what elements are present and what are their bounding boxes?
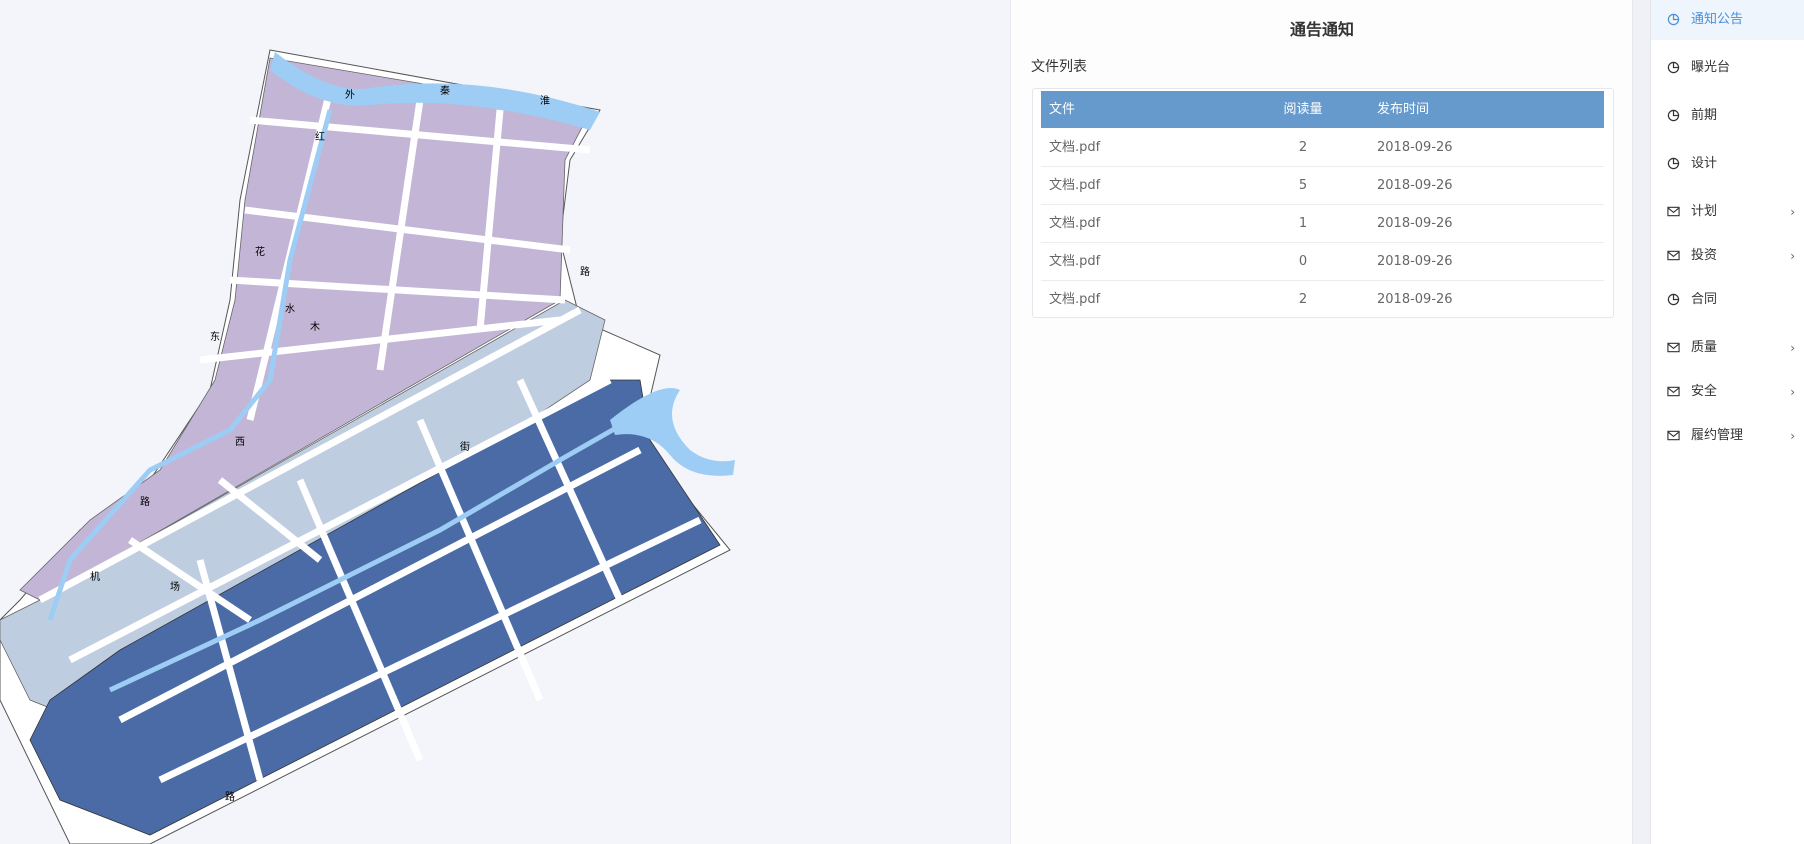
sidebar-item-safety[interactable]: 安全 › [1651, 372, 1804, 412]
sidebar-item-label: 计划 [1691, 204, 1718, 219]
map-label: 水 [285, 303, 295, 315]
table-header: 文件 阅读量 发布时间 [1041, 91, 1604, 128]
map-label: 路 [140, 495, 150, 508]
column-header-date: 发布时间 [1377, 102, 1430, 117]
sidebar-item-performance[interactable]: 履约管理 › [1651, 416, 1804, 456]
pie-chart-icon [1667, 293, 1680, 306]
scrollbar-track[interactable] [1632, 0, 1651, 844]
publish-date-cell: 2018-09-26 [1377, 216, 1453, 231]
map-label: 花 [255, 245, 265, 258]
table-row[interactable]: 文档.pdf 0 2018-09-26 [1041, 243, 1604, 281]
chevron-right-icon: › [1790, 249, 1795, 263]
sidebar-item-label: 设计 [1691, 156, 1718, 171]
sidebar-item-plan[interactable]: 计划 › [1651, 192, 1804, 232]
publish-date-cell: 2018-09-26 [1377, 140, 1453, 155]
chevron-right-icon: › [1790, 385, 1795, 399]
sidebar-item-label: 履约管理 [1691, 428, 1744, 443]
map-label: 东 [210, 330, 220, 343]
table-row[interactable]: 文档.pdf 1 2018-09-26 [1041, 205, 1604, 243]
pie-chart-icon [1667, 109, 1680, 122]
map-label: 西 [235, 437, 245, 448]
sidebar-item-quality[interactable]: 质量 › [1651, 328, 1804, 368]
map-label: 路 [580, 265, 590, 278]
map-label: 路 [225, 790, 235, 803]
read-count-cell: 5 [1298, 178, 1308, 193]
file-name-cell[interactable]: 文档.pdf [1049, 243, 1100, 280]
sidebar-item-label: 前期 [1691, 108, 1718, 123]
notice-panel: 通告通知 文件列表 文件 阅读量 发布时间 文档.pdf 2 2018-09-2… [1010, 0, 1633, 844]
table-row[interactable]: 文档.pdf 2 2018-09-26 [1041, 281, 1604, 318]
read-count-cell: 1 [1298, 216, 1308, 231]
sidebar-menu: 通知公告 曝光台 前期 设计 计划 › 投资 › 合同 质量 › 安全 › 履约… [1650, 0, 1804, 844]
read-count-cell: 0 [1298, 254, 1308, 269]
sidebar-item-label: 质量 [1691, 340, 1718, 355]
map-label: 外 [345, 89, 355, 101]
sidebar-item-label: 投资 [1691, 248, 1718, 263]
column-header-reads: 阅读量 [1283, 102, 1323, 117]
chevron-right-icon: › [1790, 429, 1795, 443]
column-header-file: 文件 [1049, 102, 1076, 117]
pie-chart-icon [1667, 157, 1680, 170]
sidebar-item-exposure[interactable]: 曝光台 [1651, 48, 1804, 88]
sidebar-item-label: 安全 [1691, 384, 1718, 399]
map-label: 红 [315, 130, 325, 143]
read-count-cell: 2 [1298, 140, 1308, 155]
chevron-right-icon: › [1790, 205, 1795, 219]
mail-icon [1667, 250, 1680, 261]
mail-icon [1667, 386, 1680, 397]
pie-chart-icon [1667, 61, 1680, 74]
sidebar-item-label: 通知公告 [1691, 12, 1744, 27]
file-name-cell[interactable]: 文档.pdf [1049, 129, 1100, 166]
sidebar-item-contract[interactable]: 合同 [1651, 280, 1804, 320]
chevron-right-icon: › [1790, 341, 1795, 355]
table-row[interactable]: 文档.pdf 5 2018-09-26 [1041, 167, 1604, 205]
mail-icon [1667, 342, 1680, 353]
file-list-label: 文件列表 [1031, 59, 1087, 75]
sidebar-item-design[interactable]: 设计 [1651, 144, 1804, 184]
publish-date-cell: 2018-09-26 [1377, 254, 1453, 269]
map-label: 木 [310, 321, 320, 333]
file-name-cell[interactable]: 文档.pdf [1049, 281, 1100, 318]
panel-title: 通告通知 [1289, 20, 1354, 39]
file-table: 文件 阅读量 发布时间 文档.pdf 2 2018-09-26 文档.pdf 5… [1032, 88, 1614, 318]
map-label: 秦 [440, 84, 450, 97]
publish-date-cell: 2018-09-26 [1377, 292, 1453, 307]
mail-icon [1667, 430, 1680, 441]
district-map[interactable]: 外 秦 淮 红 花 路 机 场 路 水 木 西 街 东 路 [0, 0, 1010, 844]
sidebar-item-preliminary[interactable]: 前期 [1651, 96, 1804, 136]
file-name-cell[interactable]: 文档.pdf [1049, 167, 1100, 204]
map-label: 机 [90, 570, 100, 583]
pie-chart-icon [1667, 13, 1680, 26]
table-row[interactable]: 文档.pdf 2 2018-09-26 [1041, 129, 1604, 167]
mail-icon [1667, 206, 1680, 217]
sidebar-item-label: 曝光台 [1691, 60, 1731, 75]
map-label: 街 [460, 440, 470, 453]
sidebar-item-notice[interactable]: 通知公告 [1651, 0, 1804, 40]
map-label: 淮 [540, 95, 550, 107]
map-label: 场 [170, 580, 180, 593]
map-view[interactable]: 外 秦 淮 红 花 路 机 场 路 水 木 西 街 东 路 [0, 0, 1010, 844]
file-name-cell[interactable]: 文档.pdf [1049, 205, 1100, 242]
read-count-cell: 2 [1298, 292, 1308, 307]
sidebar-item-investment[interactable]: 投资 › [1651, 236, 1804, 276]
sidebar-item-label: 合同 [1691, 292, 1718, 307]
publish-date-cell: 2018-09-26 [1377, 178, 1453, 193]
